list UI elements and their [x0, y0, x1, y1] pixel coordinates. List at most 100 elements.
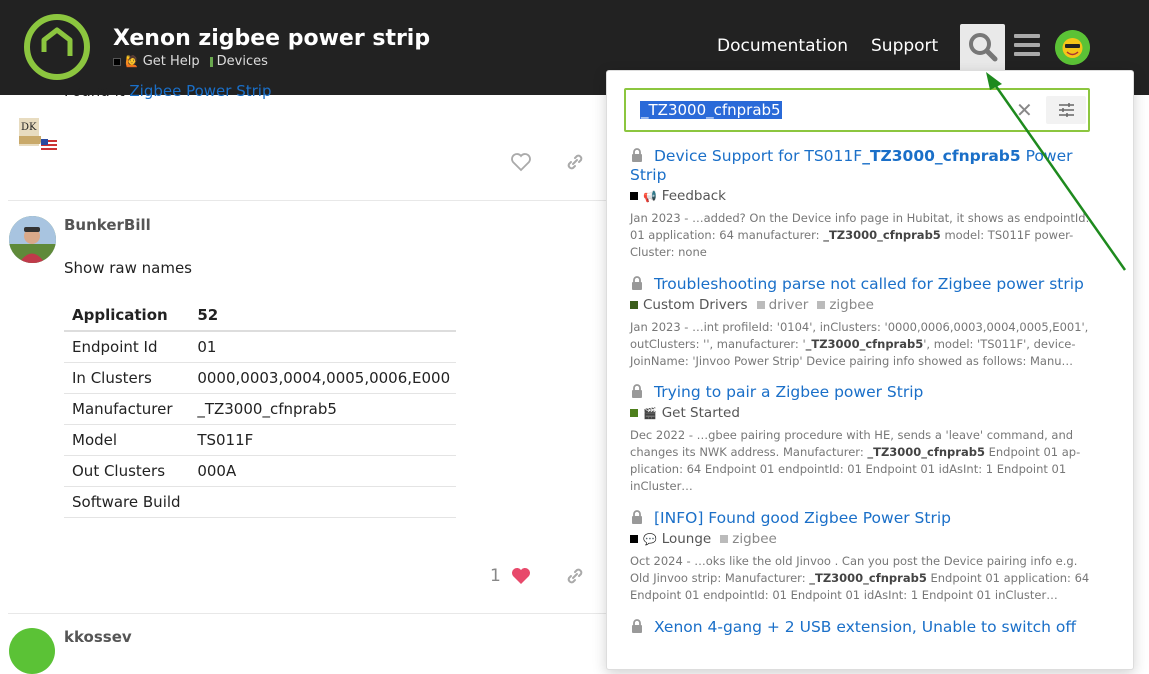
nav-documentation[interactable]: Documentation	[717, 36, 848, 56]
category-swatch	[209, 56, 213, 67]
title-match: _TZ3000_cfnprab5	[862, 147, 1021, 165]
post-divider	[8, 200, 606, 201]
table-cell: Endpoint Id	[64, 331, 186, 363]
speech-bubble-icon: 💬	[643, 532, 657, 546]
clapperboard-icon: 🎬	[643, 406, 657, 420]
search-result[interactable]: [INFO] Found good Zigbee Power Strip 💬 L…	[630, 509, 1090, 604]
search-icon	[969, 33, 998, 62]
search-result[interactable]: Trying to pair a Zigbee power Strip 🎬 Ge…	[630, 383, 1090, 495]
hubitat-logo-icon[interactable]	[22, 12, 92, 82]
breadcrumb-label: Devices	[216, 54, 268, 69]
table-cell: Model	[64, 424, 186, 456]
tag-zigbee[interactable]: zigbee	[817, 297, 874, 313]
search-input[interactable]: _TZ3000_cfnprab5 ✕	[624, 88, 1090, 132]
table-cell: Manufacturer	[64, 393, 186, 425]
avatar[interactable]	[9, 216, 56, 263]
megaphone-icon: 📢	[643, 189, 657, 203]
avatar[interactable]: DK	[15, 112, 59, 156]
raising-hand-icon: 🙋	[125, 55, 139, 68]
title-text: Xenon 4-gang + 2 USB extension, Unable t…	[654, 618, 1077, 636]
category-swatch	[113, 57, 121, 66]
lock-icon	[632, 619, 642, 633]
advanced-search-button[interactable]	[1046, 96, 1086, 124]
clear-search-icon[interactable]: ✕	[1016, 98, 1033, 122]
heart-icon[interactable]	[510, 151, 532, 173]
search-result-title[interactable]: [INFO] Found good Zigbee Power Strip	[630, 509, 1090, 528]
table-row: Manufacturer _TZ3000_cfnprab5	[64, 393, 456, 425]
sun-avatar-icon	[1055, 30, 1090, 65]
post-body: Show raw names	[64, 259, 192, 277]
search-button[interactable]	[960, 24, 1005, 70]
blurb-match: _TZ3000_cfnprab5	[823, 228, 941, 242]
post-author[interactable]: BunkerBill	[64, 216, 151, 234]
title-text: Troubleshooting parse not called for Zig…	[654, 275, 1084, 293]
avatar[interactable]	[9, 628, 55, 674]
search-result-title[interactable]: Device Support for TS011F_TZ3000_cfnprab…	[630, 147, 1090, 185]
sliders-icon	[1059, 103, 1074, 117]
author-photo-icon	[9, 216, 56, 263]
heart-filled-icon[interactable]	[510, 565, 532, 587]
blurb-match: _TZ3000_cfnprab5	[805, 337, 924, 351]
table-cell: In Clusters	[64, 362, 186, 394]
post-author[interactable]: kkossev	[64, 628, 132, 646]
table-cell: Software Build	[64, 486, 186, 518]
tag-label: zigbee	[732, 531, 777, 547]
tag-label: zigbee	[829, 297, 874, 313]
result-category[interactable]: 📢 Feedback	[630, 188, 1090, 204]
table-header-row: Application 52	[64, 300, 456, 332]
table-header-cell: Application	[64, 300, 186, 332]
table-cell: 000A	[185, 455, 456, 487]
table-row: Endpoint Id 01	[64, 331, 456, 363]
search-result[interactable]: Xenon 4-gang + 2 USB extension, Unable t…	[630, 618, 1090, 637]
post-divider	[8, 613, 606, 614]
search-menu-panel: _TZ3000_cfnprab5 ✕ Device Support for TS…	[606, 70, 1134, 670]
category-label: Get Started	[661, 405, 740, 421]
category-swatch	[630, 409, 638, 417]
table-cell: 0000,0003,0004,0005,0006,E000	[185, 362, 456, 394]
search-input-value[interactable]: _TZ3000_cfnprab5	[640, 101, 782, 119]
breadcrumb-devices[interactable]: Devices	[209, 54, 268, 69]
result-blurb: Jan 2023 - …added? On the Device info pa…	[630, 210, 1090, 261]
link-icon[interactable]	[564, 151, 586, 173]
result-blurb: Dec 2022 - …gbee pairing procedure with …	[630, 427, 1090, 495]
search-result[interactable]: Device Support for TS011F_TZ3000_cfnprab…	[630, 147, 1090, 261]
tag-driver[interactable]: driver	[756, 297, 808, 313]
like-count[interactable]: 1	[490, 566, 501, 586]
tag-zigbee[interactable]: zigbee	[720, 531, 777, 547]
blurb-match: _TZ3000_cfnprab5	[867, 445, 985, 459]
result-category[interactable]: 🎬 Get Started	[630, 405, 1090, 421]
category-label: Lounge	[661, 531, 712, 547]
breadcrumb-get-help[interactable]: 🙋 Get Help	[113, 54, 200, 69]
raw-names-table: Application 52 Endpoint Id 01 In Cluster…	[64, 300, 456, 518]
lock-icon	[632, 384, 642, 398]
user-avatar[interactable]	[1055, 30, 1090, 65]
category-swatch	[630, 301, 638, 309]
svg-text:DK: DK	[21, 122, 37, 133]
topic-title[interactable]: Xenon zigbee power strip	[113, 26, 430, 51]
result-category[interactable]: 💬 Lounge zigbee	[630, 531, 1090, 547]
search-result-title[interactable]: Troubleshooting parse not called for Zig…	[630, 275, 1090, 294]
search-result-title[interactable]: Trying to pair a Zigbee power Strip	[630, 383, 1090, 402]
table-header-cell: 52	[185, 300, 456, 332]
title-text: [INFO] Found good Zigbee Power Strip	[654, 509, 951, 527]
title-text: Device Support for TS011F	[654, 147, 863, 165]
result-blurb: Jan 2023 - …int profileId: '0104', inClu…	[630, 319, 1090, 370]
result-category[interactable]: Custom Drivers driver zigbee	[630, 297, 1090, 313]
hamburger-icon[interactable]	[1014, 34, 1040, 58]
previous-post-text: Found it Zigbee Power Strip	[64, 82, 271, 100]
category-label: Feedback	[661, 188, 726, 204]
link-icon[interactable]	[564, 565, 586, 587]
breadcrumb-label: Get Help	[142, 54, 200, 69]
table-cell: Out Clusters	[64, 455, 186, 487]
lock-icon	[632, 148, 642, 162]
blurb-match: _TZ3000_cfnprab5	[809, 571, 927, 585]
post-link[interactable]: Zigbee Power Strip	[129, 82, 271, 100]
lock-icon	[632, 510, 642, 524]
table-cell: TS011F	[185, 424, 456, 456]
nav-support[interactable]: Support	[871, 36, 938, 56]
search-result-title[interactable]: Xenon 4-gang + 2 USB extension, Unable t…	[630, 618, 1090, 637]
search-result[interactable]: Troubleshooting parse not called for Zig…	[630, 275, 1090, 370]
result-blurb: Oct 2024 - …oks like the old Jinvoo . Ca…	[630, 553, 1090, 604]
table-row: In Clusters 0000,0003,0004,0005,0006,E00…	[64, 362, 456, 394]
category-label: Custom Drivers	[643, 297, 748, 313]
